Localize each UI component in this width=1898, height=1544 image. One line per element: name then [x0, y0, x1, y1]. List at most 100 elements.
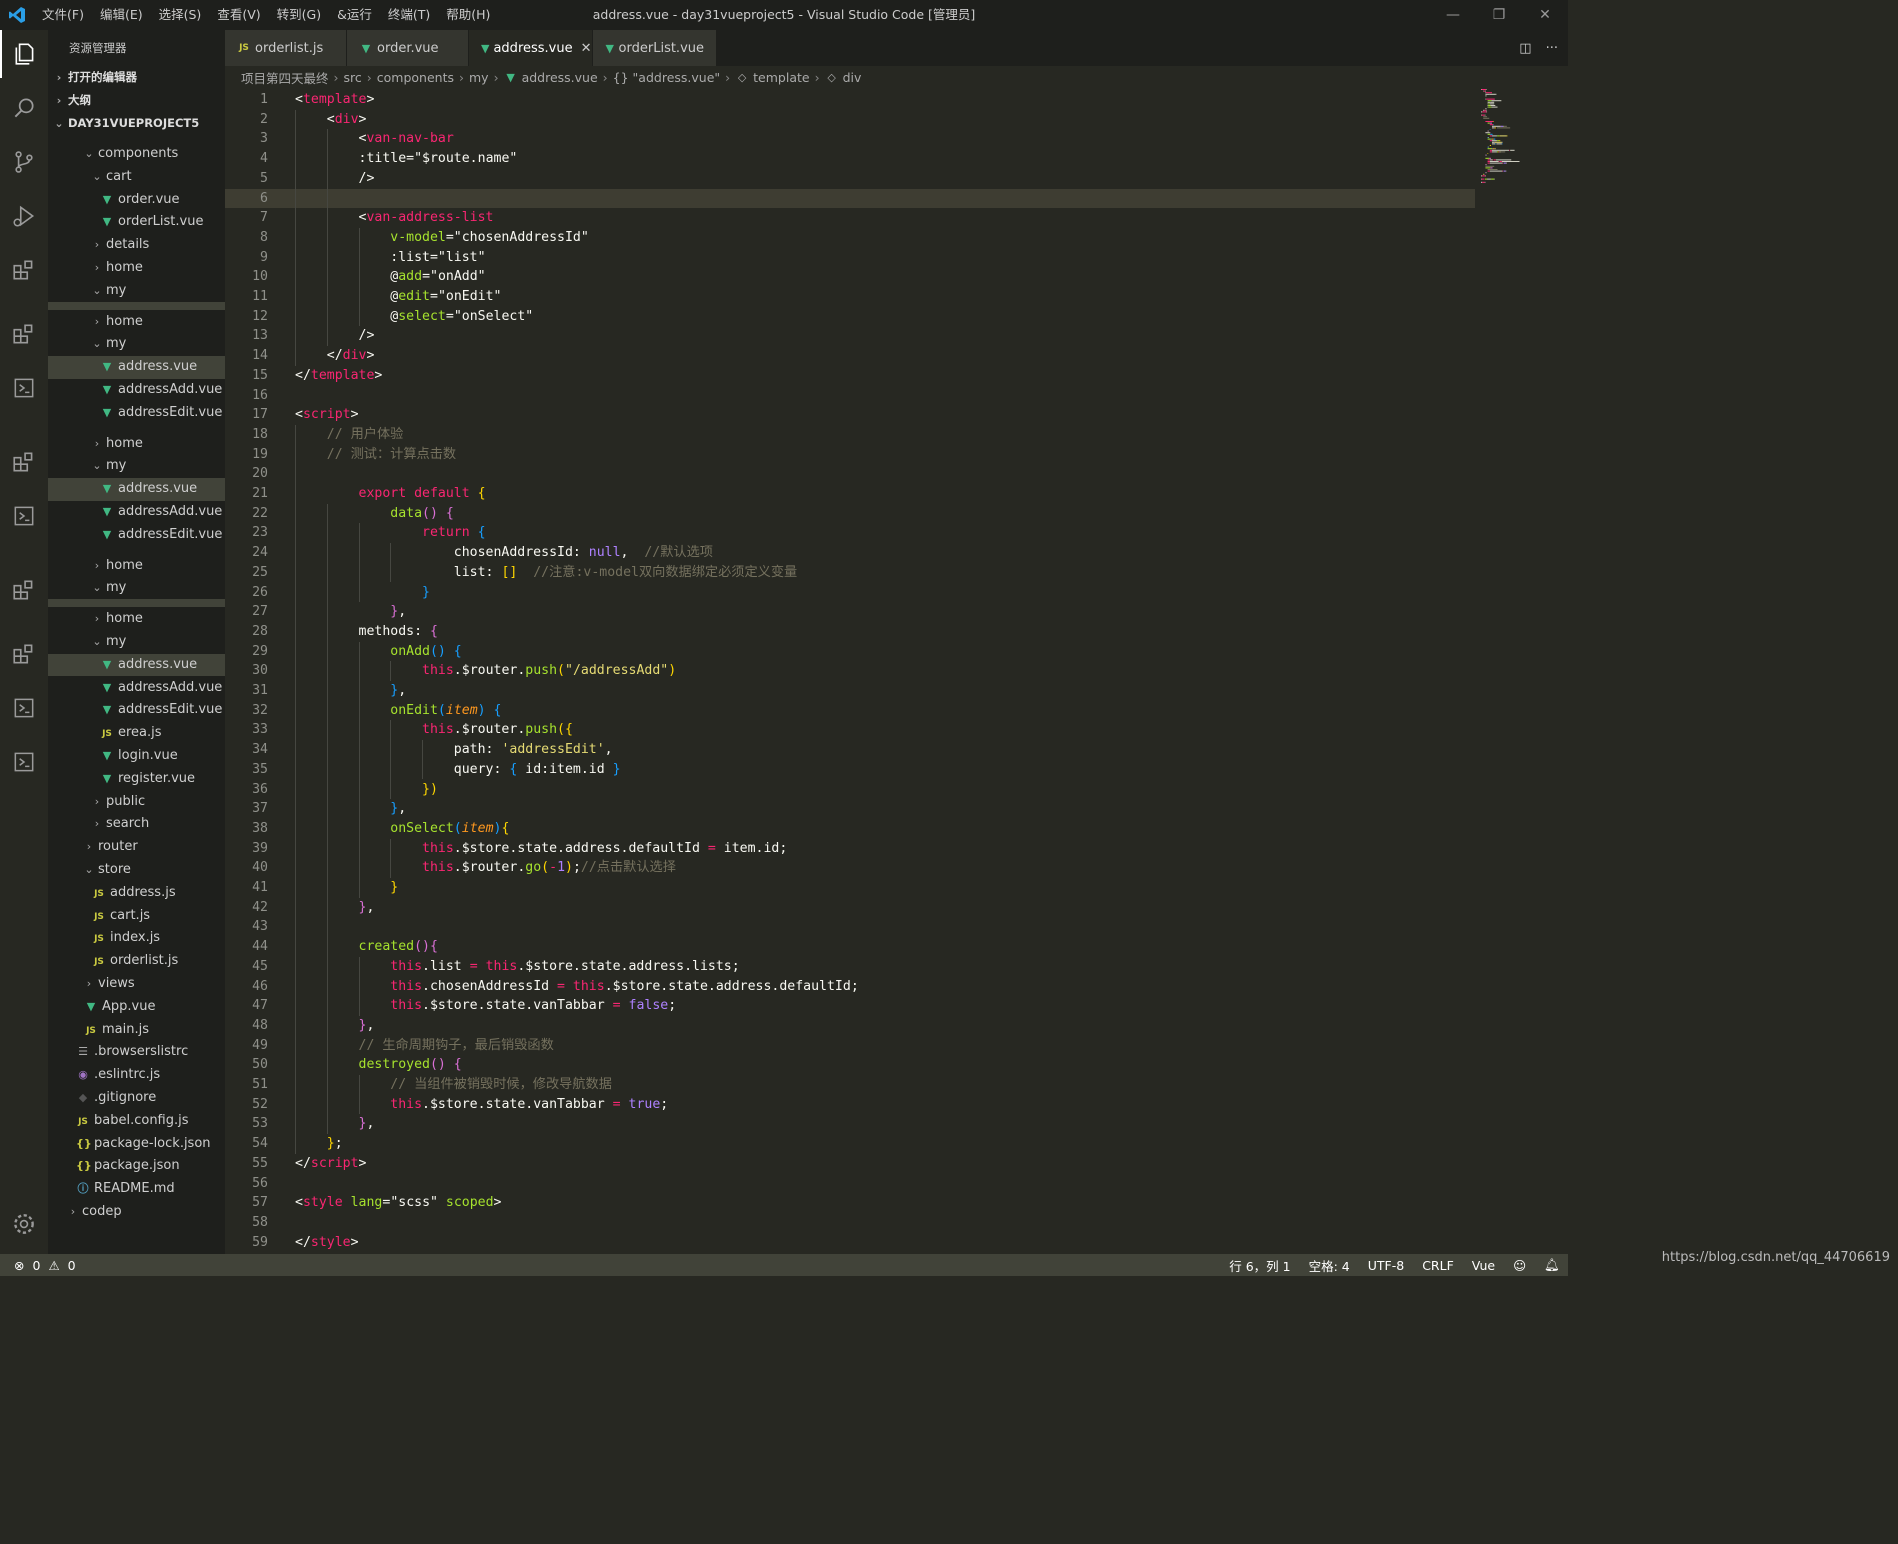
breadcrumb-item[interactable]: {} "address.vue"	[613, 70, 720, 85]
notifications-icon[interactable]: 🔔︎	[1544, 1257, 1560, 1273]
tree-item[interactable]: JS index.js	[48, 927, 225, 950]
tree-item[interactable]: › router	[48, 836, 225, 859]
editor-tab[interactable]: ▼ order.vue	[347, 30, 469, 66]
more-actions-icon[interactable]: ···	[1546, 41, 1558, 56]
tree-item[interactable]: ▼ order.vue	[48, 189, 225, 212]
editor-tab[interactable]: ▼ address.vue ✕	[469, 30, 593, 66]
tree-item[interactable]: ⌄ components	[48, 143, 225, 166]
menu-item[interactable]: 查看(V)	[209, 0, 268, 30]
source-control-icon[interactable]	[0, 138, 48, 186]
remote-explorer-icon[interactable]	[0, 492, 48, 540]
remote-explorer-icon[interactable]	[0, 738, 48, 786]
tree-item[interactable]: ⌄ my	[48, 455, 225, 478]
editor-tab[interactable]: JS orderlist.js	[225, 30, 347, 66]
explorer-icon[interactable]	[0, 30, 48, 78]
outline-section[interactable]: › 大纲	[48, 89, 225, 112]
tree-item[interactable]: › codep	[48, 1201, 225, 1224]
extensions-icon[interactable]	[0, 310, 48, 358]
tree-item[interactable]: ▼ address.vue	[48, 356, 225, 379]
breadcrumb-item[interactable]: my	[469, 70, 489, 85]
tree-item[interactable]: › public	[48, 791, 225, 814]
menu-item[interactable]: 终端(T)	[380, 0, 438, 30]
tree-item[interactable]: ▼ addressAdd.vue	[48, 501, 225, 524]
breadcrumb-item[interactable]: template	[753, 70, 809, 85]
breadcrumb-item[interactable]: 项目第四天最终	[241, 68, 329, 87]
search-icon[interactable]	[0, 84, 48, 132]
tree-item[interactable]: ▼ login.vue	[48, 745, 225, 768]
tree-item[interactable]: {} package-lock.json	[48, 1133, 225, 1156]
tree-item[interactable]: ▼ addressEdit.vue	[48, 524, 225, 547]
info-file-icon: ⓘ	[77, 1182, 89, 1196]
editor-tab[interactable]: ▼ orderList.vue	[593, 30, 717, 66]
breadcrumb-item[interactable]: src	[344, 70, 362, 85]
tree-item[interactable]: ▼ address.vue	[48, 653, 225, 677]
code-editor[interactable]: 1 <template> 2 <div> 3 <van-nav-bar 4 :title…	[225, 88, 1568, 1254]
breadcrumb-item[interactable]: div	[843, 70, 862, 85]
close-window-icon[interactable]: ✕	[1522, 0, 1568, 30]
tree-item[interactable]: ⌄ cart	[48, 166, 225, 189]
menu-item[interactable]: 选择(S)	[151, 0, 210, 30]
tree-item[interactable]: ▼ address.vue	[48, 478, 225, 501]
tree-item[interactable]: JS erea.js	[48, 722, 225, 745]
close-tab-icon[interactable]: ✕	[581, 41, 592, 56]
extensions-icon[interactable]	[0, 438, 48, 486]
tree-item[interactable]: ⌄ my	[48, 333, 225, 356]
menu-item[interactable]: &运行	[329, 0, 380, 30]
tree-item[interactable]: ⌄ my	[48, 577, 225, 600]
menu-item[interactable]: 转到(G)	[269, 0, 329, 30]
extensions-icon[interactable]	[0, 566, 48, 614]
tree-item[interactable]: ▼ App.vue	[48, 996, 225, 1019]
tree-item[interactable]: ⌄ my	[48, 631, 225, 654]
tree-item[interactable]: ▼ orderList.vue	[48, 211, 225, 234]
tree-item[interactable]: › views	[48, 973, 225, 996]
tree-item[interactable]: › home	[48, 555, 225, 578]
extensions-icon[interactable]	[0, 246, 48, 294]
open-editors-section[interactable]: › 打开的编辑器	[48, 66, 225, 89]
menu-item[interactable]: 帮助(H)	[438, 0, 498, 30]
tree-item[interactable]: › details	[48, 234, 225, 257]
tree-item[interactable]: ▼ addressAdd.vue	[48, 379, 225, 402]
tree-item[interactable]: ◆ .gitignore	[48, 1087, 225, 1110]
remote-explorer-icon[interactable]	[0, 364, 48, 412]
tree-item[interactable]: › home	[48, 257, 225, 280]
tree-item[interactable]: {} package.json	[48, 1155, 225, 1178]
language-mode[interactable]: Vue	[1472, 1258, 1495, 1273]
tree-item[interactable]: ▼ addressEdit.vue	[48, 699, 225, 722]
problems-status[interactable]: ⊗ 0 ⚠ 0	[0, 1258, 76, 1273]
tree-item[interactable]: JS main.js	[48, 1019, 225, 1042]
restore-icon[interactable]: ❐	[1476, 0, 1522, 30]
tree-item[interactable]: JS orderlist.js	[48, 950, 225, 973]
tree-item[interactable]: ◉ .eslintrc.js	[48, 1064, 225, 1087]
tree-item[interactable]: JS cart.js	[48, 905, 225, 928]
tree-item[interactable]: › home	[48, 608, 225, 631]
tree-item[interactable]: JS address.js	[48, 882, 225, 905]
tree-item[interactable]: › home	[48, 311, 225, 334]
end-of-line[interactable]: CRLF	[1422, 1258, 1454, 1273]
tree-item[interactable]: ⌄ store	[48, 859, 225, 882]
minimap[interactable]	[1473, 88, 1568, 198]
tree-item[interactable]: ▼ register.vue	[48, 768, 225, 791]
workspace-section[interactable]: ⌄ DAY31VUEPROJECT5	[48, 112, 225, 135]
run-debug-icon[interactable]	[0, 192, 48, 240]
tree-item[interactable]: › search	[48, 813, 225, 836]
breadcrumb-item[interactable]: address.vue	[522, 70, 598, 85]
remote-explorer-icon[interactable]	[0, 684, 48, 732]
tree-item[interactable]: › home	[48, 433, 225, 456]
minimize-icon[interactable]: —	[1430, 0, 1476, 30]
tree-item[interactable]: ▼ addressAdd.vue	[48, 677, 225, 700]
tree-item[interactable]: ⓘ README.md	[48, 1178, 225, 1201]
split-editor-icon[interactable]: ◫	[1519, 41, 1531, 56]
encoding[interactable]: UTF-8	[1368, 1258, 1404, 1273]
menu-item[interactable]: 编辑(E)	[92, 0, 151, 30]
settings-gear-icon[interactable]	[0, 1200, 48, 1248]
tree-item[interactable]: ⌄ my	[48, 280, 225, 303]
menu-item[interactable]: 文件(F)	[34, 0, 92, 30]
tree-item[interactable]: ▼ addressEdit.vue	[48, 402, 225, 425]
extensions-icon[interactable]	[0, 630, 48, 678]
feedback-icon[interactable]: ☺	[1513, 1258, 1526, 1273]
tree-item[interactable]: ☰ .browserslistrc	[48, 1041, 225, 1064]
breadcrumb-item[interactable]: components	[377, 70, 454, 85]
tree-item[interactable]: JS babel.config.js	[48, 1110, 225, 1133]
indentation[interactable]: 空格: 4	[1309, 1256, 1350, 1275]
cursor-position[interactable]: 行 6，列 1	[1229, 1256, 1290, 1275]
